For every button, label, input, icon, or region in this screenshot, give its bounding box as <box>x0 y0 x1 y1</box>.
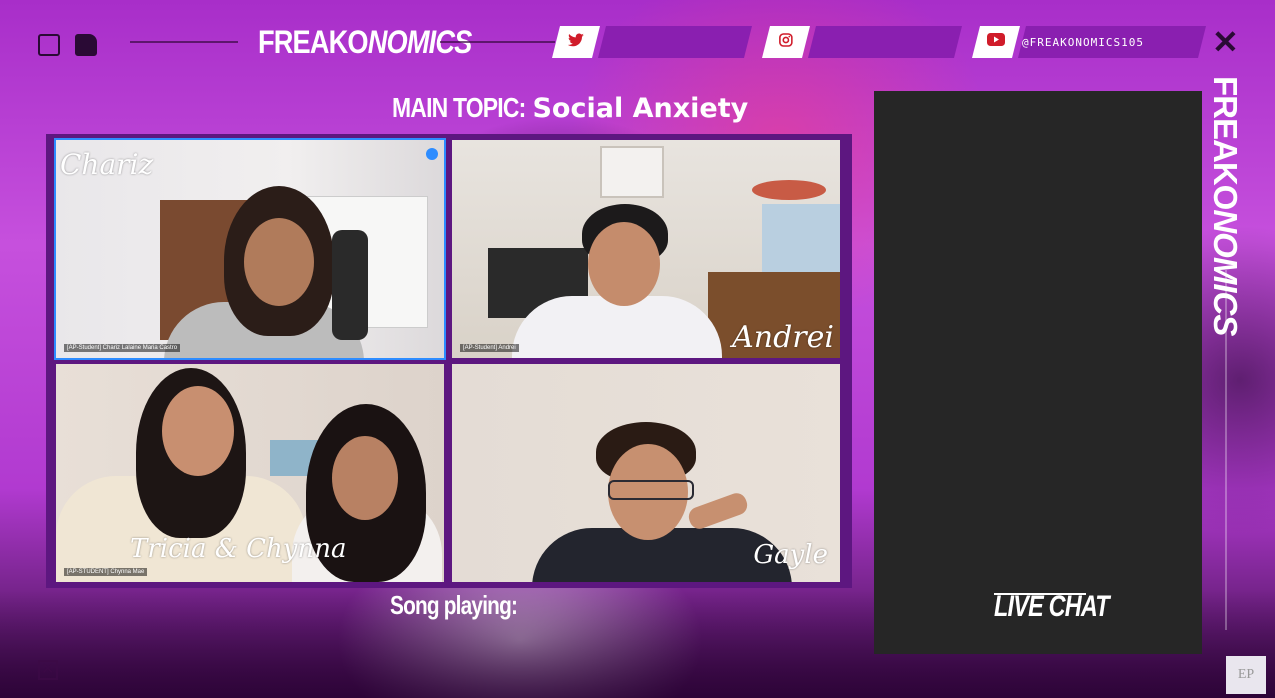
glasses <box>608 480 694 500</box>
bowl <box>752 180 826 200</box>
wall-shelf <box>600 146 664 198</box>
zoom-name-label: [AP-Student] Andrei <box>460 344 519 352</box>
person-face <box>244 218 314 306</box>
chair <box>332 230 368 340</box>
watermark-logo: EP <box>1226 656 1266 694</box>
participant-name-overlay: Andrei <box>732 320 834 355</box>
zoom-name-label: [AP-Student] Chariz Lalaine Maria Castro <box>64 344 181 352</box>
youtube-icon <box>987 33 1005 51</box>
live-chat-label: LIVE CHAT <box>994 590 1110 623</box>
window-tab-icon <box>75 34 97 56</box>
divider <box>130 41 238 43</box>
window-square-icon <box>38 34 60 56</box>
video-tile-andrei[interactable]: Andrei [AP-Student] Andrei <box>452 140 840 358</box>
close-icon[interactable]: ✕ <box>1212 26 1239 58</box>
top-bar: FREAKONOMICS @FREAKONOMICS105 ✕ <box>0 0 1275 82</box>
person-face <box>162 386 234 476</box>
divider <box>440 41 555 43</box>
instagram-icon <box>779 32 793 52</box>
video-tile-gayle[interactable]: Gayle <box>452 364 840 582</box>
person-face <box>588 222 660 306</box>
main-topic: MAIN TOPIC: Social Anxiety <box>392 92 749 124</box>
youtube-handle: @FREAKONOMICS105 <box>1022 36 1144 49</box>
song-playing-label: Song playing: <box>390 590 518 620</box>
instagram-link[interactable] <box>762 26 962 58</box>
video-grid: Chariz [AP-Student] Chariz Lalaine Maria… <box>46 134 852 588</box>
vertical-divider <box>1225 270 1227 630</box>
participant-name-overlay: Chariz <box>60 148 154 181</box>
participant-name-overlay: Tricia & Chynna <box>130 534 347 564</box>
box <box>762 204 840 274</box>
corner-x-icon: ✕ <box>41 661 55 678</box>
twitter-link[interactable] <box>552 26 752 58</box>
twitter-icon <box>568 33 584 52</box>
speaking-indicator-icon <box>426 148 438 160</box>
video-tile-chariz[interactable]: Chariz [AP-Student] Chariz Lalaine Maria… <box>54 138 446 360</box>
participant-name-overlay: Gayle <box>753 540 828 570</box>
zoom-name-label: [AP-STUDENT] Chynna Mae <box>64 568 148 576</box>
video-tile-tricia-chynna[interactable]: Tricia & Chynna [AP-STUDENT] Chynna Mae <box>56 364 444 582</box>
live-chat-panel[interactable] <box>874 91 1202 654</box>
person-face <box>332 436 398 520</box>
